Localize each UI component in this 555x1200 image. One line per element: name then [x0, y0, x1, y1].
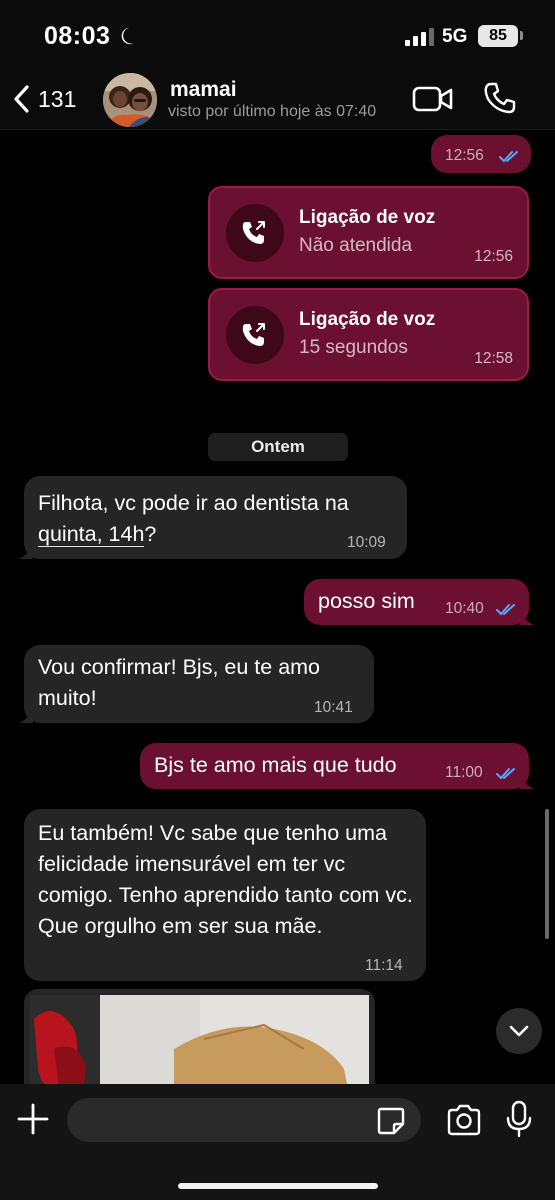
double-check-icon	[496, 768, 515, 780]
call-time: 12:58	[474, 350, 513, 367]
outgoing-call-icon	[242, 323, 265, 346]
message-outgoing[interactable]: 12:56	[431, 135, 531, 173]
message-incoming[interactable]: Vou confirmar! Bjs, eu te amo muito! 10:…	[19, 645, 374, 723]
scroll-to-bottom-button[interactable]	[496, 1008, 542, 1054]
message-time: 10:41	[314, 699, 353, 716]
voice-call-card-answered[interactable]: Ligação de voz 15 segundos 12:58	[208, 288, 529, 381]
message-line-end: ?	[144, 522, 157, 546]
chat-area[interactable]: 12:56 Ligação de voz Não atendida 12:56 …	[0, 131, 555, 1084]
call-time: 12:56	[474, 248, 513, 265]
avatar[interactable]	[103, 73, 157, 127]
message-incoming[interactable]: Filhota, vc pode ir ao dentista na quint…	[19, 476, 407, 559]
chat-header: 131 mamai visto por último hoje às 07:40	[0, 70, 555, 130]
voice-call-card-missed[interactable]: Ligação de voz Não atendida 12:56	[208, 186, 529, 279]
bubble-tail	[19, 545, 33, 559]
image-message[interactable]	[24, 989, 375, 1084]
signal-icon	[405, 28, 434, 46]
unread-count: 131	[38, 85, 77, 112]
message-text: posso sim	[318, 589, 415, 613]
camera-icon[interactable]	[446, 1104, 482, 1136]
sticker-icon[interactable]	[376, 1106, 406, 1136]
message-time: 12:56	[445, 147, 484, 164]
message-outgoing[interactable]: Bjs te amo mais que tudo 11:00	[140, 743, 534, 789]
message-input[interactable]	[67, 1098, 421, 1142]
message-time: 11:14	[365, 957, 403, 974]
outgoing-call-icon-wrap	[226, 306, 284, 364]
battery-tip	[520, 31, 523, 40]
scrollbar[interactable]	[545, 809, 549, 939]
bubble-tail	[520, 775, 534, 789]
contact-last-seen: visto por último hoje às 07:40	[168, 103, 377, 120]
network-type: 5G	[442, 26, 468, 47]
double-check-icon	[499, 151, 518, 163]
message-time: 11:00	[445, 764, 483, 781]
message-input-bar	[0, 1084, 555, 1200]
outgoing-call-icon	[242, 221, 265, 244]
status-time: 08:03	[44, 22, 111, 50]
message-text: Eu também! Vc sabe que tenho uma felicid…	[38, 821, 413, 938]
message-outgoing[interactable]: posso sim 10:40	[304, 579, 534, 625]
message-line: Filhota, vc pode ir ao dentista na	[38, 491, 349, 515]
home-indicator	[178, 1183, 378, 1189]
date-divider: Ontem	[208, 433, 348, 461]
voice-call-button[interactable]	[483, 81, 517, 115]
plus-icon[interactable]	[16, 1102, 50, 1136]
double-check-icon	[496, 604, 515, 616]
video-call-button[interactable]	[412, 85, 454, 113]
call-title: Ligação de voz	[299, 309, 436, 330]
call-title: Ligação de voz	[299, 207, 436, 228]
message-text: Filhota, vc pode ir ao dentista na quint…	[38, 488, 398, 550]
bubble-tail	[520, 611, 534, 625]
message-text: Bjs te amo mais que tudo	[154, 753, 397, 777]
call-duration: 15 segundos	[299, 337, 408, 358]
avatar-photo	[103, 73, 157, 127]
message-time: 10:09	[347, 534, 386, 551]
outgoing-call-icon-wrap	[226, 204, 284, 262]
bubble-tail	[19, 709, 33, 723]
contact-name[interactable]: mamai	[170, 78, 237, 102]
call-status: Não atendida	[299, 235, 413, 256]
chevron-left-icon	[14, 85, 29, 113]
date-link[interactable]: quinta, 14h	[38, 522, 145, 547]
chevron-down-icon	[509, 1025, 529, 1037]
image-thumbnail	[30, 995, 369, 1084]
message-incoming[interactable]: Eu também! Vc sabe que tenho uma felicid…	[24, 809, 426, 981]
back-button[interactable]: 131	[12, 82, 76, 116]
battery-level: 85	[478, 25, 518, 47]
moon-icon	[121, 27, 134, 45]
message-time: 10:40	[445, 600, 484, 617]
microphone-icon[interactable]	[506, 1100, 532, 1138]
status-bar: 08:03 5G 85	[0, 0, 555, 70]
